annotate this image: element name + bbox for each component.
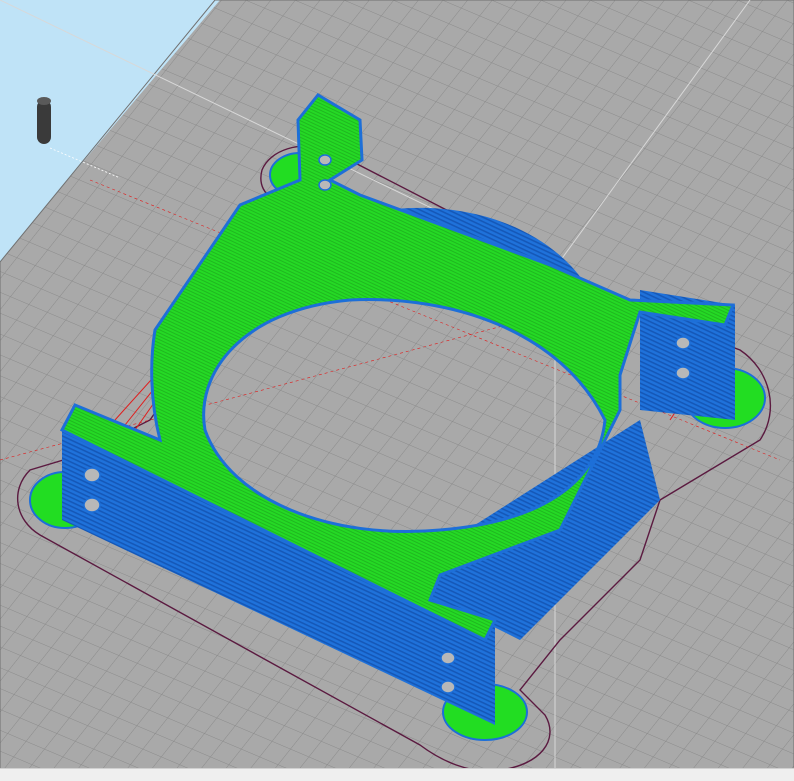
slicer-3d-viewport[interactable] xyxy=(0,0,794,781)
status-bar xyxy=(0,768,794,781)
print-preview-scene[interactable] xyxy=(0,0,794,781)
